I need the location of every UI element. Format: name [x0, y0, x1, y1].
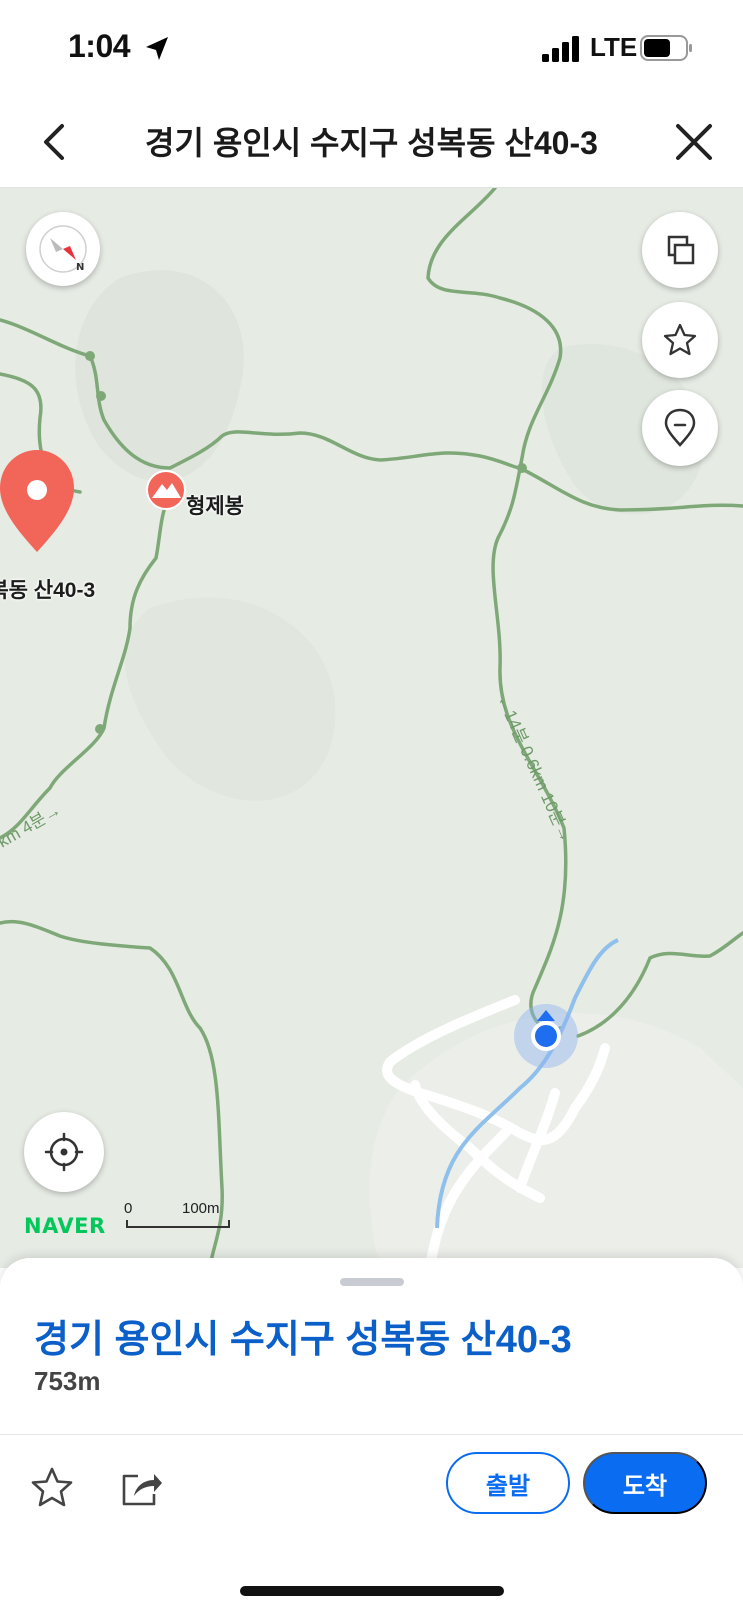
- favorite-map-button[interactable]: [642, 302, 718, 378]
- home-indicator: [240, 1586, 504, 1596]
- status-time: 1:04: [68, 28, 131, 64]
- place-bottom-sheet[interactable]: 경기 용인시 수지구 성복동 산40-3 753m 출발 도착: [0, 1258, 743, 1608]
- back-icon[interactable]: [26, 112, 86, 172]
- arrive-button[interactable]: 도착: [583, 1452, 707, 1514]
- page-title: 경기 용인시 수지구 성복동 산40-3: [145, 125, 598, 161]
- pin-outline-icon: [664, 408, 696, 447]
- mountain-peak-icon: [146, 470, 186, 510]
- star-icon[interactable]: [28, 1464, 76, 1512]
- place-title[interactable]: 경기 용인시 수지구 성복동 산40-3: [34, 1308, 572, 1363]
- sheet-drag-handle[interactable]: [340, 1278, 404, 1286]
- place-distance: 753m: [34, 1366, 101, 1396]
- save-place-button[interactable]: [642, 390, 718, 466]
- layers-button[interactable]: [642, 212, 718, 288]
- map-view[interactable]: ←14분 0.6km 10분→ km 4분→ 형제봉 성복동 산40-3 N: [0, 188, 743, 1268]
- pin-label[interactable]: 성복동 산40-3: [0, 574, 95, 604]
- header: 경기 용인시 수지구 성복동 산40-3: [0, 100, 743, 188]
- destination-pin-icon: [0, 450, 74, 552]
- close-icon[interactable]: [664, 112, 724, 172]
- current-location-marker: [514, 1004, 578, 1068]
- network-type: LTE: [590, 32, 638, 62]
- svg-text:N: N: [76, 262, 84, 273]
- location-arrow-icon: [146, 37, 168, 60]
- scale-bar: [126, 1220, 230, 1228]
- scale-distance: 100m: [182, 1200, 220, 1217]
- compass-icon: N: [39, 225, 87, 273]
- peak-label[interactable]: 형제봉: [186, 490, 244, 520]
- trail-label-right: ←14분 0.6km 10분→: [493, 692, 575, 845]
- start-button[interactable]: 출발: [446, 1452, 570, 1514]
- map-canvas: ←14분 0.6km 10분→ km 4분→: [0, 188, 743, 1268]
- status-bar: 1:04 LTE: [0, 0, 743, 100]
- battery-icon: [640, 35, 692, 61]
- scale-zero: 0: [124, 1200, 133, 1217]
- map-scale: 0 100m: [124, 1200, 234, 1230]
- current-location-icon: [44, 1132, 84, 1172]
- layers-icon: [667, 235, 695, 265]
- compass-button[interactable]: N: [26, 212, 100, 286]
- share-icon[interactable]: [118, 1464, 166, 1512]
- star-icon: [663, 323, 697, 356]
- naver-logo: NAVER: [24, 1214, 106, 1238]
- my-location-button[interactable]: [24, 1112, 104, 1192]
- signal-icon: [542, 36, 579, 62]
- divider: [0, 1434, 743, 1435]
